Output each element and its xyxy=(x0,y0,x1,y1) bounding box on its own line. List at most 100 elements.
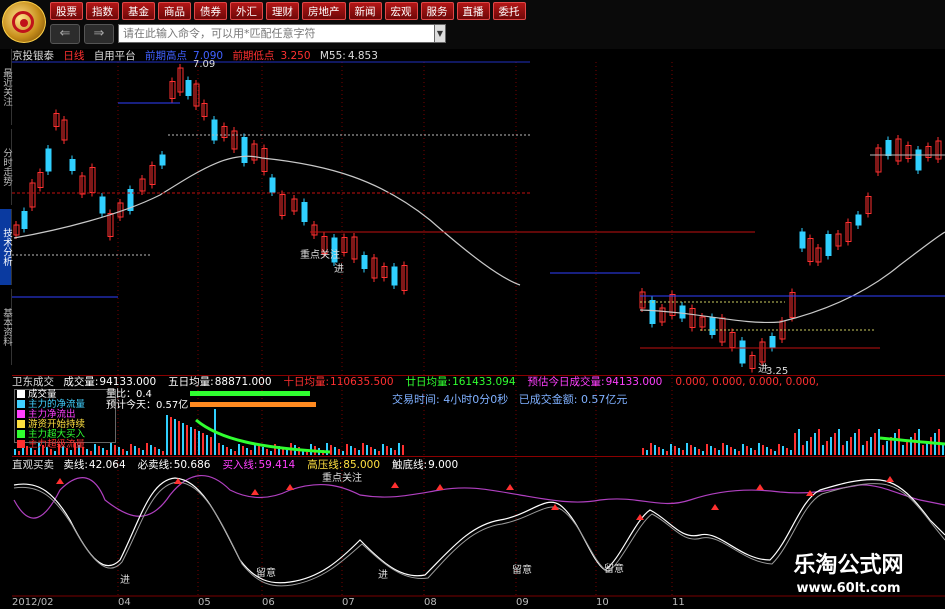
volume-bar xyxy=(246,448,248,455)
date-tick: 04 xyxy=(118,597,131,608)
volume-bar xyxy=(18,451,20,455)
candle-body xyxy=(45,148,52,172)
candle-body xyxy=(885,140,892,156)
candle-body xyxy=(361,255,368,269)
volume-bar xyxy=(126,451,128,455)
oscillator-stat-2: 买入线:59.414 xyxy=(222,459,301,471)
legend-swatch-icon xyxy=(17,390,25,398)
volume-bar xyxy=(690,445,692,455)
oscillator-stat-value: 50.686 xyxy=(173,459,211,471)
ma-label: M55: xyxy=(319,50,346,62)
signal-arrow-icon xyxy=(756,484,764,490)
candle-body xyxy=(709,317,716,335)
indicator2-value: 3.250 xyxy=(280,50,311,62)
volume-bar xyxy=(794,433,796,455)
volume-bar xyxy=(742,444,744,455)
volume-bar xyxy=(898,429,900,455)
volume-bar xyxy=(814,433,816,455)
watermark-url: www.60lt.com xyxy=(796,581,901,596)
volume-bar xyxy=(234,451,236,455)
volume-bar xyxy=(238,444,240,455)
oscillator-stat-value: 59.414 xyxy=(258,459,296,471)
volume-bar xyxy=(266,449,268,455)
volume-bar xyxy=(366,445,368,455)
volume-bar xyxy=(158,449,160,455)
volume-bar xyxy=(654,445,656,455)
volume-bar xyxy=(842,445,844,455)
candle-body xyxy=(391,266,398,286)
volume-bar xyxy=(806,441,808,455)
volume-bar xyxy=(154,447,156,455)
osc-watch-annotation: 留意 xyxy=(512,563,532,576)
indicator2-label: 前期低点 xyxy=(232,50,275,62)
volume-stat-label: 成交量: xyxy=(63,376,99,388)
volume-bar xyxy=(386,446,388,455)
volume-bar xyxy=(646,450,648,455)
volume-bar xyxy=(878,429,880,455)
volume-bar xyxy=(258,445,260,455)
oscillator-stat-label: 必卖线: xyxy=(137,459,173,471)
oscillator-stat-value: 42.064 xyxy=(88,459,126,471)
legend-swatch-icon xyxy=(17,420,25,428)
stock-header: 京投银泰 日线 自用平台 前期高点 7.090 前期低点 3.250 M55: 4.8… xyxy=(12,50,384,63)
volume-stat-2: 十日均量:110635.500 xyxy=(284,376,400,388)
volume-stat-value: 94133.000 xyxy=(605,376,663,388)
candle-body xyxy=(855,214,862,226)
volume-bar xyxy=(346,444,348,455)
stock-name[interactable]: 京投银泰 xyxy=(12,50,54,62)
volume-bar xyxy=(678,448,680,455)
volume-bar xyxy=(778,444,780,455)
candle-body xyxy=(799,231,806,249)
candle-body xyxy=(649,300,656,324)
candle-body xyxy=(241,137,248,163)
volume-stat-value: 110635.500 xyxy=(330,376,394,388)
volume-bar xyxy=(914,433,916,455)
candle-body xyxy=(269,177,276,193)
volume-bar xyxy=(206,435,208,455)
volume-bar xyxy=(362,443,364,455)
volume-bar xyxy=(674,446,676,455)
volume-bar xyxy=(846,441,848,455)
volume-bar xyxy=(370,447,372,455)
volume-stats: 量比：0.4 预计今天：0.57亿 xyxy=(106,389,188,411)
oscillator-header: 直观买卖 卖线:42.064 必卖线:50.686 买入线:59.414 高压线:85… xyxy=(12,459,476,472)
volume-bar xyxy=(706,444,708,455)
legend-swatch-icon xyxy=(17,430,25,438)
date-tick: 09 xyxy=(516,597,529,608)
signal-arrow-icon xyxy=(711,504,719,510)
volume-stat-5: 0.000, 0.000, 0.000, 0.000, xyxy=(674,376,825,388)
volume-stat-value: 161433.094 xyxy=(452,376,516,388)
legend-swatch-icon xyxy=(17,400,25,408)
volume-bar xyxy=(330,445,332,455)
volume-bar xyxy=(90,451,92,455)
volume-gauge xyxy=(190,391,310,396)
volume-bar xyxy=(186,425,188,455)
signal-arrow-icon xyxy=(436,484,444,490)
volume-bar xyxy=(726,445,728,455)
trade-info: 交易时间: 4小时0分0秒 已成交金额: 0.57亿元 xyxy=(392,391,627,407)
oscillator-stat-1: 必卖线:50.686 xyxy=(138,459,217,471)
date-tick: 05 xyxy=(198,597,211,608)
volume-bar xyxy=(106,450,108,455)
volume-bar xyxy=(766,447,768,455)
trade-amount-value: 0.57亿元 xyxy=(580,393,628,406)
date-tick: 11 xyxy=(672,597,685,608)
volume-bar xyxy=(790,450,792,455)
volume-bar xyxy=(262,447,264,455)
volume-bar xyxy=(358,450,360,455)
signal-arrow-icon xyxy=(886,476,894,482)
volume-bar xyxy=(182,423,184,455)
period-label[interactable]: 日线 xyxy=(63,50,84,62)
legend-label: 主力超级流量 xyxy=(28,439,86,450)
focus-annotation: 重点关注 xyxy=(300,248,340,261)
volume-bar xyxy=(834,433,836,455)
osc-watch-annotation: 留意 xyxy=(604,562,624,575)
entry-annotation: 进 xyxy=(758,363,768,375)
indicator1-label: 前期高点 xyxy=(145,50,188,62)
volume-bar xyxy=(686,443,688,455)
date-tick: 07 xyxy=(342,597,355,608)
volume-stat-1: 五日均量:88871.000 xyxy=(168,376,277,388)
volume-bar xyxy=(906,441,908,455)
volume-bar xyxy=(178,421,180,455)
volume-bar xyxy=(734,449,736,455)
